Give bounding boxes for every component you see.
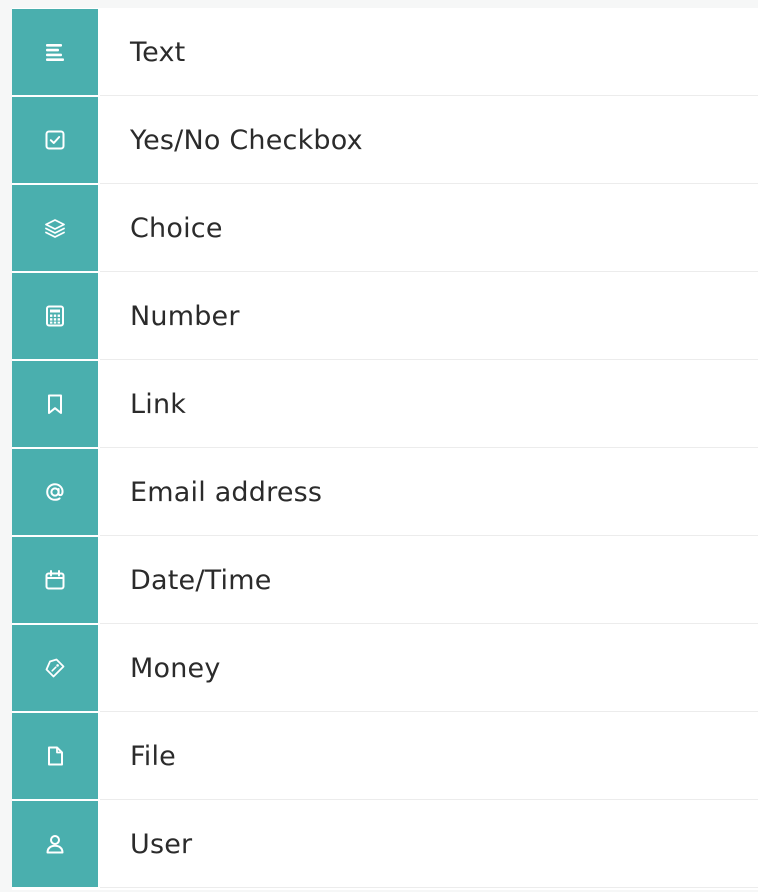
- field-type-label: User: [130, 828, 193, 860]
- file-icon: [12, 713, 98, 799]
- layers-icon: [12, 185, 98, 271]
- field-type-user[interactable]: User: [12, 800, 758, 888]
- field-type-label: Text: [130, 36, 186, 68]
- field-type-label: Money: [130, 652, 221, 684]
- checkbox-icon: [12, 97, 98, 183]
- field-type-label: Yes/No Checkbox: [130, 124, 363, 156]
- field-type-label: Email address: [130, 476, 323, 508]
- price-tag-icon: [12, 625, 98, 711]
- field-type-email-address[interactable]: Email address: [12, 448, 758, 536]
- field-type-yes-no-checkbox[interactable]: Yes/No Checkbox: [12, 96, 758, 184]
- at-sign-icon: [12, 449, 98, 535]
- field-type-number[interactable]: Number: [12, 272, 758, 360]
- bookmark-icon: [12, 361, 98, 447]
- field-type-link[interactable]: Link: [12, 360, 758, 448]
- field-type-money[interactable]: Money: [12, 624, 758, 712]
- field-type-text[interactable]: Text: [12, 8, 758, 96]
- text-lines-icon: [12, 9, 98, 95]
- calendar-icon: [12, 537, 98, 623]
- field-type-label: Number: [130, 300, 240, 332]
- field-type-label: Choice: [130, 212, 223, 244]
- calculator-icon: [12, 273, 98, 359]
- field-type-label: Date/Time: [130, 564, 272, 596]
- field-type-label: File: [130, 740, 176, 772]
- field-type-list: Text Yes/No Checkbox Choice Number Link …: [12, 8, 758, 890]
- field-type-label: Link: [130, 388, 187, 420]
- field-type-choice[interactable]: Choice: [12, 184, 758, 272]
- field-type-date-time[interactable]: Date/Time: [12, 536, 758, 624]
- user-icon: [12, 801, 98, 887]
- field-type-file[interactable]: File: [12, 712, 758, 800]
